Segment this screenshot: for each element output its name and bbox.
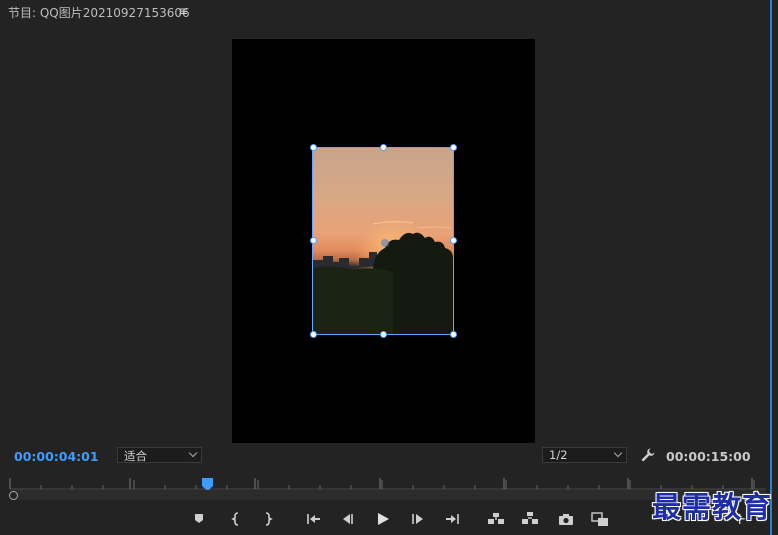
camera-icon[interactable] [555, 508, 577, 530]
go-to-out-button[interactable] [441, 508, 463, 530]
wrench-icon[interactable] [640, 447, 656, 467]
fit-zoom-select[interactable]: 适合 [117, 447, 202, 463]
go-to-in-button[interactable] [303, 508, 325, 530]
play-button[interactable] [372, 508, 394, 530]
current-timecode[interactable]: 00:00:04:01 [14, 449, 99, 464]
comparison-view-button[interactable] [589, 508, 611, 530]
transform-handle-top-left[interactable] [310, 144, 317, 151]
panel-header: 节目: QQ图片20210927153606 ≡ [0, 0, 778, 24]
panel-title: 节目: QQ图片20210927153606 [8, 6, 190, 20]
fit-zoom-value: 适合 [124, 449, 147, 463]
transform-handle-bottom-right[interactable] [450, 331, 457, 338]
extract-button[interactable] [519, 508, 541, 530]
chevron-down-icon [613, 448, 623, 458]
lift-button[interactable] [485, 508, 507, 530]
transform-handle-top[interactable] [380, 144, 387, 151]
mark-out-button[interactable] [257, 508, 279, 530]
transform-handle-bottom[interactable] [380, 331, 387, 338]
add-marker-button[interactable] [189, 508, 211, 530]
panel-focus-border [770, 0, 772, 535]
chevron-down-icon [188, 448, 198, 458]
step-forward-button[interactable] [407, 508, 429, 530]
hamburger-icon[interactable]: ≡ [178, 4, 188, 18]
step-back-button[interactable] [337, 508, 359, 530]
transform-handle-left[interactable] [310, 237, 317, 244]
transform-handle-right[interactable] [450, 237, 457, 244]
transform-handle-bottom-left[interactable] [310, 331, 317, 338]
mark-in-button[interactable] [226, 508, 248, 530]
duration-timecode: 00:00:15:00 [666, 449, 751, 464]
sunset-photo-clip[interactable] [312, 147, 454, 335]
playback-resolution-select[interactable]: 1/2 [542, 447, 627, 463]
transform-handle-top-right[interactable] [450, 144, 457, 151]
watermark-logo: 最需教育 [652, 490, 773, 524]
playback-resolution-value: 1/2 [549, 448, 568, 462]
zoom-scrollbar-handle[interactable] [9, 491, 18, 500]
